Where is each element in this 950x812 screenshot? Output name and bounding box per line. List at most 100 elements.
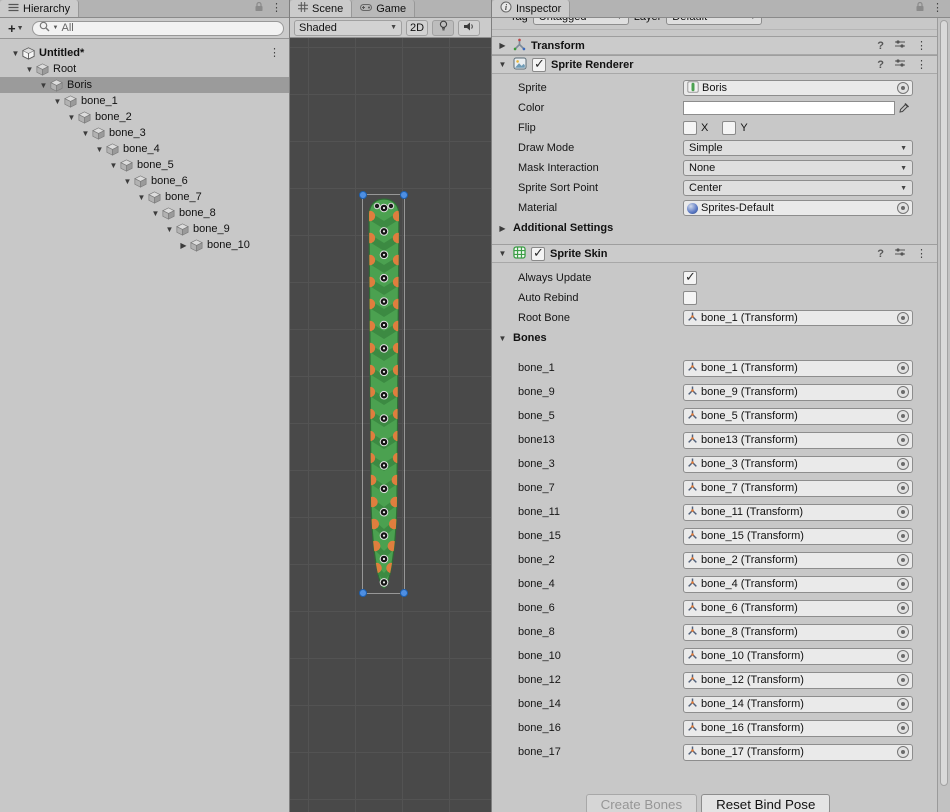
hierarchy-item-bone_9[interactable]: ▼bone_9 (0, 221, 289, 237)
lock-icon[interactable] (254, 1, 264, 15)
material-object-field[interactable]: Sprites-Default (683, 200, 913, 216)
foldout-open-icon[interactable]: ▼ (9, 49, 22, 58)
help-icon[interactable]: ? (877, 40, 884, 52)
foldout-open-icon[interactable]: ▼ (163, 225, 176, 234)
foldout-open-icon[interactable]: ▼ (79, 129, 92, 138)
bone-object-field[interactable]: bone_6 (Transform) (683, 600, 913, 617)
sprite-skin-enabled-checkbox[interactable] (531, 247, 545, 261)
object-picker-icon[interactable] (897, 530, 909, 542)
additional-settings-foldout[interactable]: ▶ Additional Settings (492, 218, 937, 238)
mask-interaction-dropdown[interactable]: None ▼ (683, 160, 913, 176)
sprite-renderer-component-header[interactable]: ▼ Sprite Renderer ? ⋮ (492, 55, 937, 74)
tab-inspector[interactable]: i Inspector (492, 0, 570, 17)
bone-object-field[interactable]: bone_12 (Transform) (683, 672, 913, 689)
kebab-menu-icon[interactable]: ⋮ (916, 60, 927, 70)
scene-lighting-button[interactable] (432, 20, 454, 36)
bone-object-field[interactable]: bone_17 (Transform) (683, 744, 913, 761)
object-picker-icon[interactable] (897, 554, 909, 566)
transform-component-header[interactable]: ▶ Transform ? ⋮ (492, 36, 937, 55)
foldout-open-icon[interactable]: ▼ (135, 193, 148, 202)
create-object-button[interactable]: + ▼ (5, 21, 27, 36)
object-picker-icon[interactable] (897, 746, 909, 758)
hierarchy-item-bone_8[interactable]: ▼bone_8 (0, 205, 289, 221)
hierarchy-item-Root[interactable]: ▼Root (0, 61, 289, 77)
hierarchy-item-bone_2[interactable]: ▼bone_2 (0, 109, 289, 125)
bones-foldout[interactable]: ▼ Bones (492, 328, 937, 348)
object-picker-icon[interactable] (897, 458, 909, 470)
lock-icon[interactable] (915, 1, 925, 15)
bone-object-field[interactable]: bone_11 (Transform) (683, 504, 913, 521)
flip-y-checkbox[interactable] (722, 121, 736, 135)
help-icon[interactable]: ? (877, 59, 884, 71)
sprite-sort-point-dropdown[interactable]: Center ▼ (683, 180, 913, 196)
shading-mode-dropdown[interactable]: Shaded ▼ (294, 20, 402, 36)
inspector-scrollbar[interactable] (937, 18, 950, 812)
kebab-menu-icon[interactable]: ⋮ (932, 3, 943, 13)
bone-object-field[interactable]: bone_3 (Transform) (683, 456, 913, 473)
bone-object-field[interactable]: bone_9 (Transform) (683, 384, 913, 401)
create-bones-button[interactable]: Create Bones (586, 794, 698, 812)
sprite-object-field[interactable]: Boris (683, 80, 913, 96)
object-picker-icon[interactable] (897, 82, 909, 94)
hierarchy-item-bone_5[interactable]: ▼bone_5 (0, 157, 289, 173)
foldout-open-icon[interactable]: ▼ (93, 145, 106, 154)
hierarchy-item-bone_4[interactable]: ▼bone_4 (0, 141, 289, 157)
object-picker-icon[interactable] (897, 386, 909, 398)
tab-hierarchy[interactable]: Hierarchy (0, 0, 79, 17)
kebab-menu-icon[interactable]: ⋮ (271, 3, 282, 13)
reset-bind-pose-button[interactable]: Reset Bind Pose (701, 794, 830, 812)
2d-mode-button[interactable]: 2D (406, 20, 428, 36)
bone-object-field[interactable]: bone_2 (Transform) (683, 552, 913, 569)
scene-viewport[interactable] (290, 38, 491, 812)
tab-game[interactable]: Game (352, 0, 415, 17)
object-picker-icon[interactable] (897, 698, 909, 710)
foldout-open-icon[interactable]: ▼ (497, 60, 508, 69)
hierarchy-item-bone_1[interactable]: ▼bone_1 (0, 93, 289, 109)
object-picker-icon[interactable] (897, 602, 909, 614)
foldout-closed-icon[interactable]: ▶ (497, 41, 508, 50)
tag-dropdown[interactable]: Untagged ▼ (533, 18, 629, 25)
object-picker-icon[interactable] (897, 434, 909, 446)
selection-handle-top-right[interactable] (400, 191, 408, 199)
hierarchy-item-Untitled-[interactable]: ▼Untitled*⋮ (0, 45, 289, 61)
bone-object-field[interactable]: bone13 (Transform) (683, 432, 913, 449)
hierarchy-item-bone_7[interactable]: ▼bone_7 (0, 189, 289, 205)
scrollbar-thumb[interactable] (940, 20, 948, 786)
bone-object-field[interactable]: bone_10 (Transform) (683, 648, 913, 665)
eyedropper-icon[interactable] (895, 102, 913, 114)
foldout-open-icon[interactable]: ▼ (37, 81, 50, 90)
object-picker-icon[interactable] (897, 506, 909, 518)
always-update-checkbox[interactable] (683, 271, 697, 285)
foldout-open-icon[interactable]: ▼ (107, 161, 120, 170)
auto-rebind-checkbox[interactable] (683, 291, 697, 305)
bone-object-field[interactable]: bone_8 (Transform) (683, 624, 913, 641)
bone-object-field[interactable]: bone_15 (Transform) (683, 528, 913, 545)
object-picker-icon[interactable] (897, 362, 909, 374)
root-bone-object-field[interactable]: bone_1 (Transform) (683, 310, 913, 326)
hierarchy-search-input[interactable]: ▼ All (32, 21, 284, 36)
foldout-open-icon[interactable]: ▼ (497, 249, 508, 258)
object-picker-icon[interactable] (897, 674, 909, 686)
foldout-open-icon[interactable]: ▼ (121, 177, 134, 186)
selection-handle-bottom-left[interactable] (359, 589, 367, 597)
foldout-open-icon[interactable]: ▼ (51, 97, 64, 106)
bone-object-field[interactable]: bone_4 (Transform) (683, 576, 913, 593)
object-picker-icon[interactable] (897, 482, 909, 494)
bone-object-field[interactable]: bone_5 (Transform) (683, 408, 913, 425)
draw-mode-dropdown[interactable]: Simple ▼ (683, 140, 913, 156)
tab-scene[interactable]: Scene (290, 0, 352, 17)
bone-object-field[interactable]: bone_7 (Transform) (683, 480, 913, 497)
layer-dropdown[interactable]: Default ▼ (666, 18, 762, 25)
kebab-menu-icon[interactable]: ⋮ (916, 249, 927, 259)
scene-audio-button[interactable] (458, 20, 480, 36)
selection-handle-bottom-right[interactable] (400, 589, 408, 597)
hierarchy-item-bone_6[interactable]: ▼bone_6 (0, 173, 289, 189)
kebab-menu-icon[interactable]: ⋮ (916, 41, 927, 51)
bone-object-field[interactable]: bone_16 (Transform) (683, 720, 913, 737)
hierarchy-item-bone_3[interactable]: ▼bone_3 (0, 125, 289, 141)
sprite-skin-component-header[interactable]: ▼ Sprite Skin ? ⋮ (492, 244, 937, 263)
presets-icon[interactable] (894, 247, 906, 260)
kebab-menu-icon[interactable]: ⋮ (269, 48, 289, 58)
foldout-open-icon[interactable]: ▼ (149, 209, 162, 218)
object-picker-icon[interactable] (897, 312, 909, 324)
